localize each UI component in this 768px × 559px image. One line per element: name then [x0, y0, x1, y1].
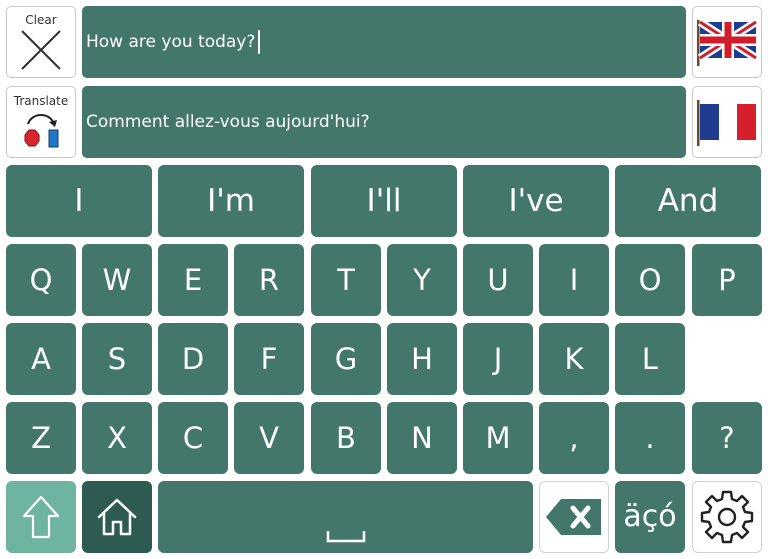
- target-language-button[interactable]: [692, 86, 762, 158]
- key-y[interactable]: Y: [387, 244, 457, 316]
- key-f[interactable]: F: [234, 323, 304, 395]
- key-question[interactable]: ?: [692, 402, 762, 474]
- prediction-button[interactable]: I: [6, 165, 152, 237]
- france-flag-icon: [697, 100, 756, 146]
- translated-text: Comment allez-vous aujourd'hui?: [86, 112, 370, 132]
- key-period[interactable]: .: [615, 402, 685, 474]
- key-l[interactable]: L: [615, 323, 685, 395]
- translate-button[interactable]: Translate: [6, 86, 76, 158]
- home-icon: [97, 498, 137, 536]
- key-z[interactable]: Z: [6, 402, 76, 474]
- prediction-button[interactable]: And: [615, 165, 761, 237]
- key-d[interactable]: D: [158, 323, 228, 395]
- uk-flag-icon: [697, 18, 759, 66]
- key-comma[interactable]: ,: [539, 402, 609, 474]
- clear-button[interactable]: Clear: [6, 6, 76, 78]
- translate-label: Translate: [13, 94, 69, 108]
- key-i[interactable]: I: [539, 244, 609, 316]
- key-u[interactable]: U: [463, 244, 533, 316]
- key-n[interactable]: N: [387, 402, 457, 474]
- prediction-button[interactable]: I'll: [311, 165, 457, 237]
- text-caret: [258, 30, 260, 54]
- clear-x-icon: [21, 30, 61, 70]
- key-s[interactable]: S: [82, 323, 152, 395]
- key-g[interactable]: G: [311, 323, 381, 395]
- key-t[interactable]: T: [311, 244, 381, 316]
- key-a[interactable]: A: [6, 323, 76, 395]
- gear-icon: [700, 490, 754, 544]
- key-c[interactable]: C: [158, 402, 228, 474]
- accent-button[interactable]: äçó: [615, 481, 685, 553]
- clear-label: Clear: [25, 13, 57, 27]
- prediction-button[interactable]: I've: [463, 165, 609, 237]
- space-button[interactable]: [158, 481, 533, 553]
- key-k[interactable]: K: [539, 323, 609, 395]
- prediction-button[interactable]: I'm: [158, 165, 304, 237]
- translate-icon: [24, 114, 59, 148]
- shift-arrow-icon: [22, 495, 60, 539]
- key-o[interactable]: O: [615, 244, 685, 316]
- home-button[interactable]: [82, 481, 152, 553]
- settings-button[interactable]: [692, 481, 762, 553]
- key-r[interactable]: R: [234, 244, 304, 316]
- key-x[interactable]: X: [82, 402, 152, 474]
- key-h[interactable]: H: [387, 323, 457, 395]
- backspace-button[interactable]: [539, 481, 609, 553]
- key-v[interactable]: V: [234, 402, 304, 474]
- translated-text-output: Comment allez-vous aujourd'hui?: [82, 86, 686, 158]
- key-j[interactable]: J: [463, 323, 533, 395]
- key-p[interactable]: P: [692, 244, 762, 316]
- key-w[interactable]: W: [82, 244, 152, 316]
- space-bar-icon: [326, 531, 365, 543]
- source-language-button[interactable]: [692, 6, 762, 78]
- key-e[interactable]: E: [158, 244, 228, 316]
- key-b[interactable]: B: [311, 402, 381, 474]
- backspace-icon: [546, 499, 601, 535]
- key-m[interactable]: M: [463, 402, 533, 474]
- source-text-input[interactable]: How are you today?: [82, 6, 686, 78]
- source-text: How are you today?: [86, 32, 256, 52]
- key-q[interactable]: Q: [6, 244, 76, 316]
- shift-button[interactable]: [6, 481, 76, 553]
